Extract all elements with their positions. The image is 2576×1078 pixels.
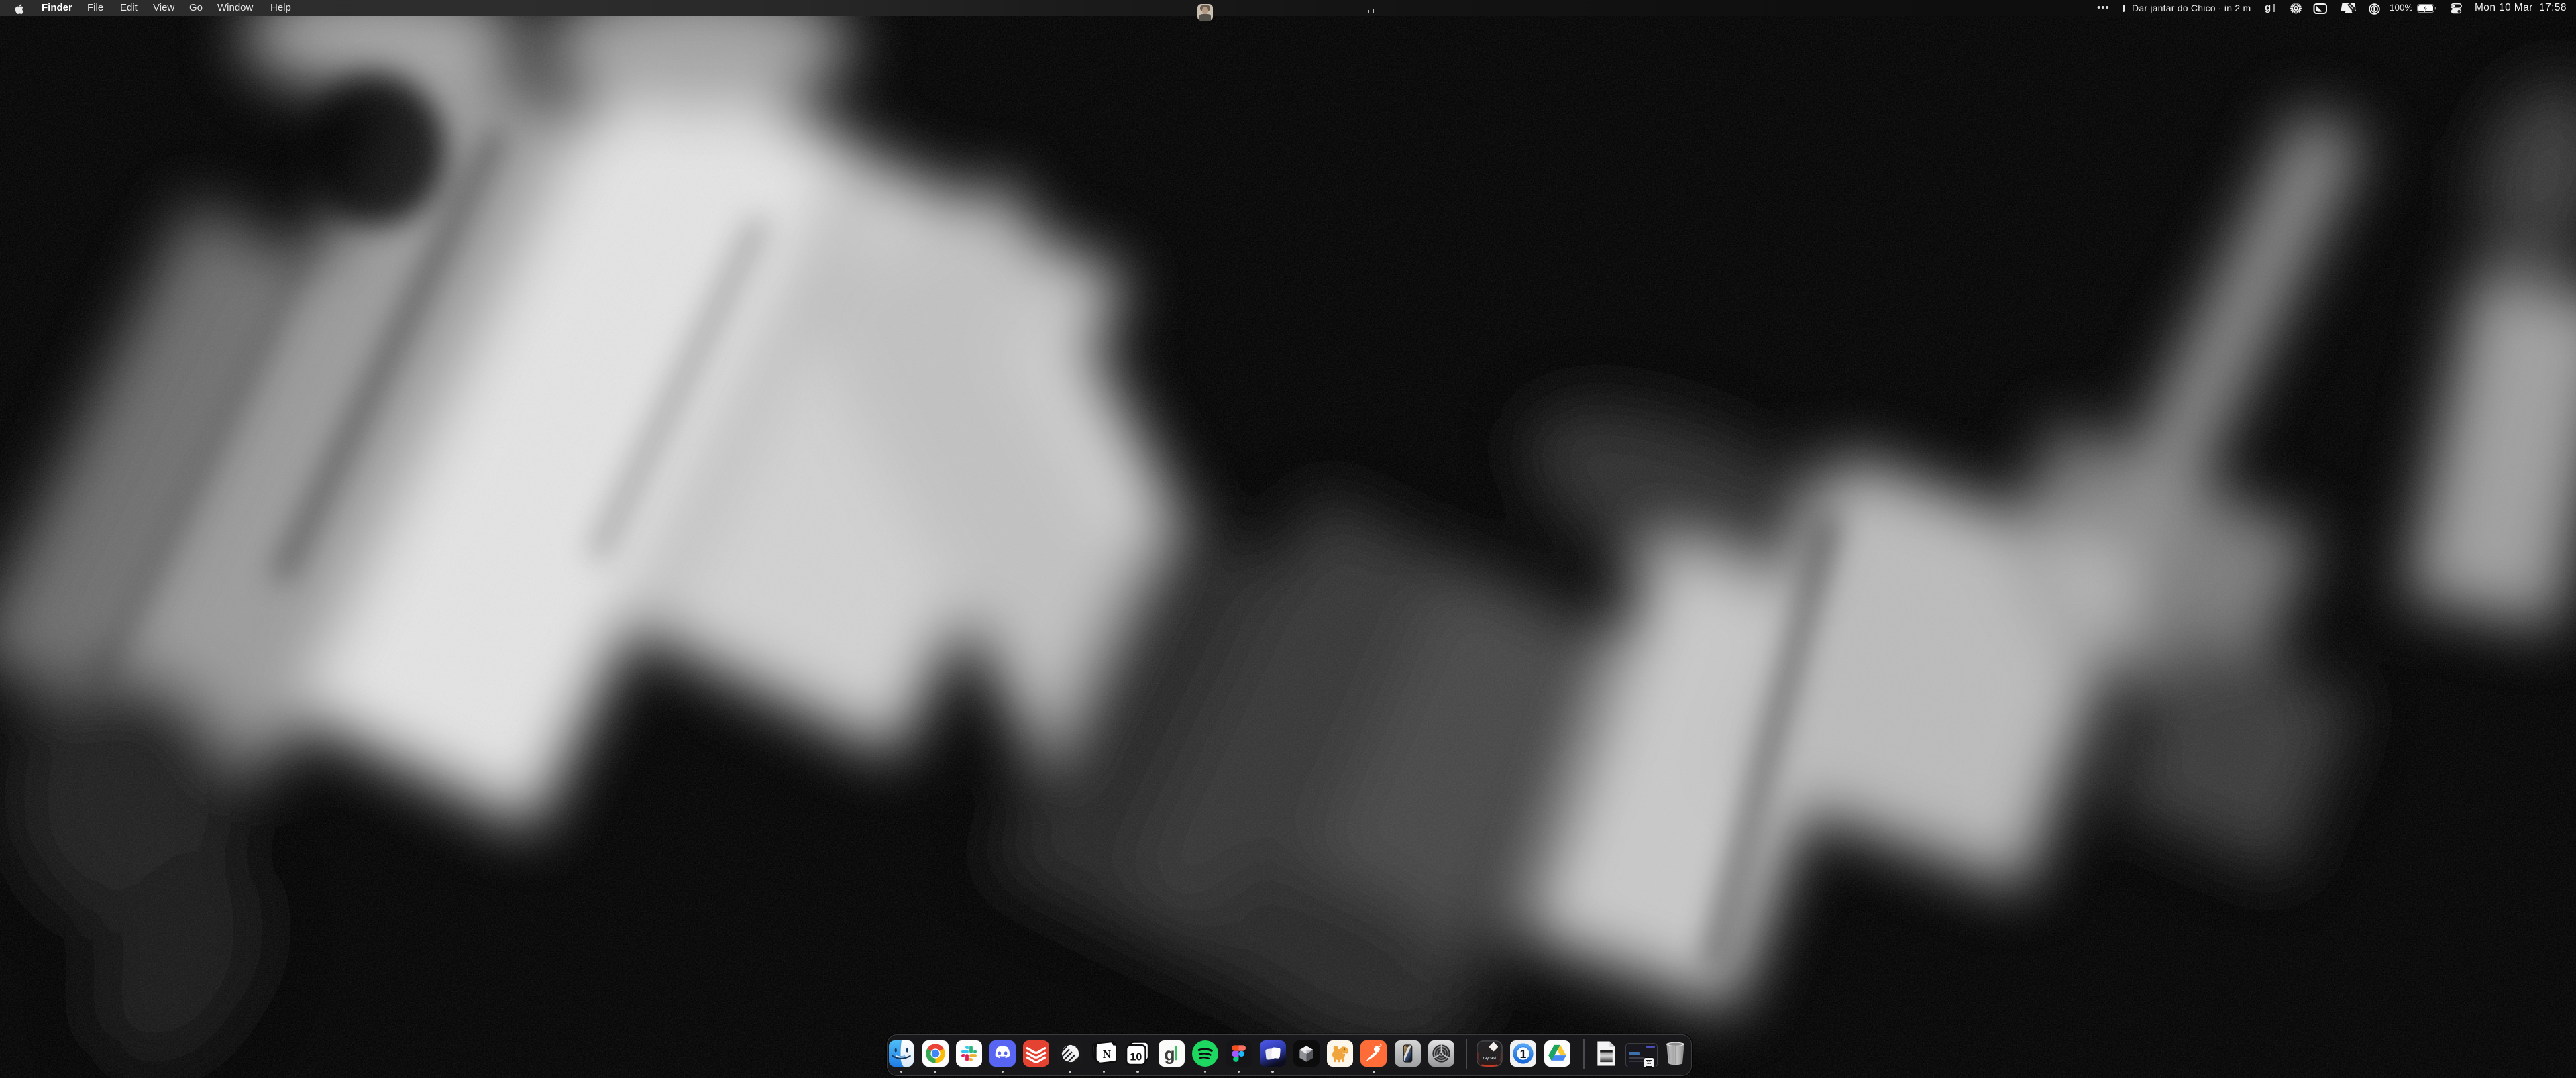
svg-text:10: 10	[1130, 1051, 1142, 1063]
svg-text:1: 1	[1520, 1047, 1527, 1061]
svg-text:raycast: raycast	[1483, 1057, 1497, 1061]
svg-text:N: N	[1103, 1048, 1112, 1061]
svg-text:g: g	[1164, 1044, 1175, 1064]
